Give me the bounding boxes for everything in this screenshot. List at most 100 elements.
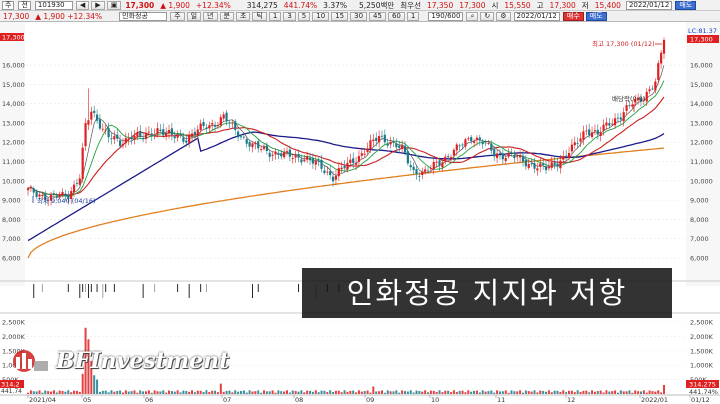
candle-body xyxy=(104,129,107,131)
period-year[interactable]: 년 xyxy=(203,11,218,21)
list-icon[interactable]: ▣ xyxy=(106,0,122,10)
interval-3[interactable]: 3 xyxy=(283,11,296,21)
volume-bar xyxy=(274,392,277,394)
interval-15[interactable]: 15 xyxy=(331,11,349,21)
volume-bar xyxy=(147,390,150,394)
volume-bar xyxy=(346,391,349,394)
candle-body xyxy=(84,123,87,147)
candle-body xyxy=(291,157,294,159)
candle-body xyxy=(343,165,346,169)
mode-select[interactable]: 전 xyxy=(18,0,31,10)
volume-bar xyxy=(593,391,596,394)
period-day[interactable]: 일 xyxy=(186,11,202,21)
low-annotation: 최저 9,040 (04/16) xyxy=(37,196,96,205)
candle-body xyxy=(182,137,185,142)
dividend-annotation: 배당락(0.0) xyxy=(612,94,645,103)
volume-bar xyxy=(297,391,300,394)
candle-body xyxy=(78,178,81,185)
volume-bar xyxy=(58,390,61,394)
x-tick-label: 09 xyxy=(366,396,374,404)
period-minute[interactable]: 분 xyxy=(219,11,234,21)
volume-bar xyxy=(568,390,571,394)
candle-body xyxy=(188,135,191,143)
candle-body xyxy=(573,142,576,146)
candle-body xyxy=(366,148,369,153)
candle-body xyxy=(565,155,568,157)
candle-body xyxy=(294,155,297,158)
next-icon[interactable]: ▶ xyxy=(91,0,105,10)
volume-bar xyxy=(651,391,654,394)
candle-body xyxy=(662,40,666,54)
volume-bar xyxy=(631,392,634,394)
volume-bar xyxy=(642,390,645,394)
volume-bar xyxy=(294,391,297,394)
volume-bar xyxy=(110,390,113,394)
interval-5[interactable]: 5 xyxy=(297,11,311,21)
candle-body xyxy=(513,154,516,159)
count-input[interactable]: 190/600 xyxy=(428,11,464,21)
candle-body xyxy=(383,134,386,143)
volume-bar xyxy=(323,390,326,394)
interval-60[interactable]: 60 xyxy=(387,11,405,21)
sell-button-2[interactable]: 매도 xyxy=(585,11,607,21)
interval-custom[interactable]: 1 xyxy=(406,11,420,21)
volume-bar xyxy=(98,391,101,394)
volume-bar xyxy=(412,392,415,394)
volume-bar xyxy=(248,390,251,394)
interval-10[interactable]: 10 xyxy=(312,11,330,21)
volume-bar xyxy=(530,391,533,394)
volume-bar xyxy=(403,391,406,394)
sell-button[interactable]: 매도 xyxy=(675,0,697,10)
volume-bar xyxy=(50,391,53,394)
volume-bar xyxy=(602,392,605,394)
refresh-icon[interactable]: ↻ xyxy=(480,11,495,21)
volume-bar xyxy=(47,391,50,394)
volume-bar xyxy=(150,392,153,394)
candle-body xyxy=(536,168,539,171)
price-tick-right: 16,000 xyxy=(690,62,713,70)
market-select[interactable]: 주 xyxy=(2,0,15,10)
interval-30[interactable]: 30 xyxy=(350,11,368,21)
date-input-2[interactable]: 2022/01/12 xyxy=(513,11,560,21)
volume-bar xyxy=(231,392,234,394)
stock-name-box[interactable]: 인화정공 xyxy=(119,11,168,21)
date-input[interactable]: 2022/01/12 xyxy=(625,0,673,10)
search-icon[interactable]: ⌕ xyxy=(466,11,479,21)
candle-body xyxy=(199,123,202,130)
price-tick-left: 8,000 xyxy=(2,216,21,224)
volume-bar xyxy=(369,392,372,394)
volume-bar xyxy=(366,390,369,394)
volume-bar xyxy=(291,390,294,394)
candle-body xyxy=(260,149,263,150)
stock-code-input[interactable]: 101930 xyxy=(34,0,73,10)
price-tick-left: 10,000 xyxy=(2,177,25,185)
best-quote-label: 최우선 xyxy=(400,0,421,10)
period-tick[interactable]: 틱 xyxy=(252,11,267,21)
prev-icon[interactable]: ◀ xyxy=(75,0,90,10)
candle-body xyxy=(288,149,291,157)
volume-bar xyxy=(107,392,110,394)
open-label: 시 xyxy=(491,0,499,10)
candle-body xyxy=(202,122,205,127)
price-change: ▲ 1,900 xyxy=(160,0,190,10)
period-second[interactable]: 초 xyxy=(235,11,251,21)
candle-body xyxy=(133,135,136,140)
period-week[interactable]: 주 xyxy=(170,11,185,21)
volume-bar xyxy=(424,390,427,394)
candle-body xyxy=(498,153,502,155)
volume-bar xyxy=(487,391,490,394)
candle-body xyxy=(504,158,507,161)
interval-45[interactable]: 45 xyxy=(369,11,386,21)
left-price-label: 17,300 xyxy=(2,34,25,42)
volume-bar xyxy=(352,390,355,394)
volume-bar xyxy=(176,390,179,394)
candle-body xyxy=(159,129,162,131)
low-value: 15,400 xyxy=(594,0,621,10)
buy-button[interactable]: 매수 xyxy=(562,11,584,21)
settings-icon[interactable]: ⚙ xyxy=(496,11,511,21)
volume-bar xyxy=(182,390,185,394)
candle-body xyxy=(242,136,245,138)
interval-1[interactable]: 1 xyxy=(268,11,282,21)
candle-body xyxy=(326,171,329,173)
candle-body xyxy=(216,125,220,126)
